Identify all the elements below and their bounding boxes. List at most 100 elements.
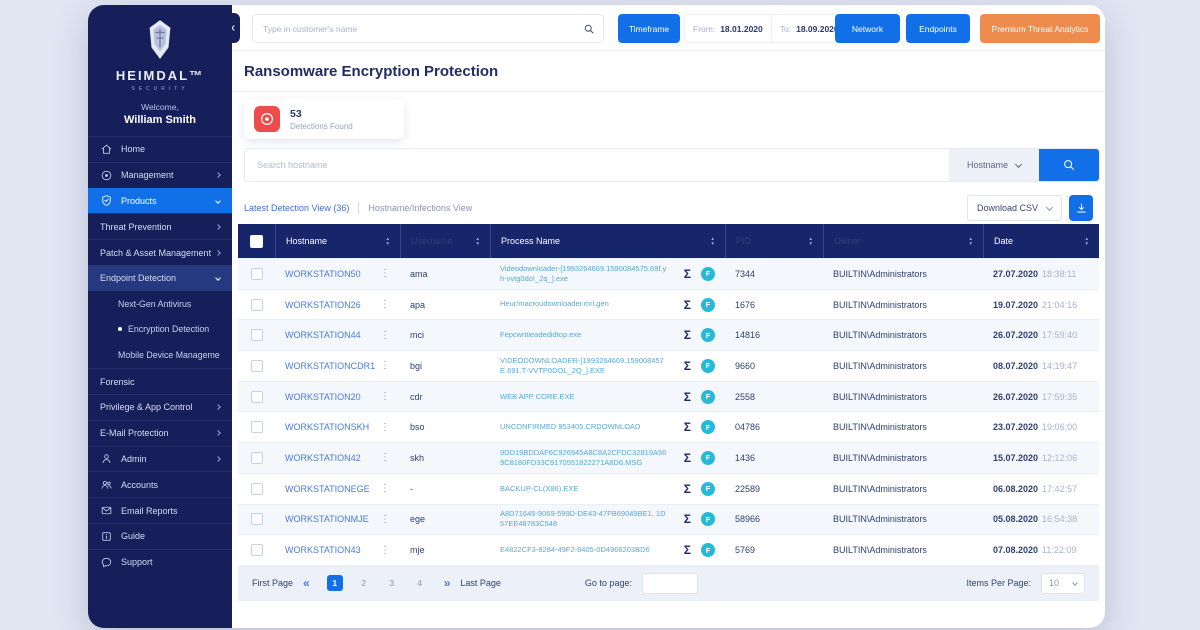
sidebar-item-encryption-detection[interactable]: Encryption Detection — [88, 317, 232, 343]
header-pid[interactable]: PID▲▼ — [725, 224, 823, 258]
header-date[interactable]: Date▲▼ — [983, 224, 1099, 258]
tab-latest-detection-view[interactable]: Latest Detection View (36) — [244, 203, 349, 213]
from-date-value[interactable]: 18.01.2020 — [720, 24, 763, 34]
sidebar-item-admin[interactable]: Admin — [88, 446, 232, 472]
row-checkbox[interactable] — [251, 268, 263, 280]
file-scan-icon[interactable]: F — [701, 420, 715, 434]
row-checkbox[interactable] — [251, 360, 263, 372]
sidebar-item-next-gen-antivirus[interactable]: Next-Gen Antivirus — [88, 291, 232, 317]
header-process-name[interactable]: Process Name▲▼ — [490, 224, 725, 258]
endpoints-button[interactable]: Endpoints — [906, 14, 970, 43]
hostname-link[interactable]: WORKSTATIONEGE — [285, 484, 370, 494]
items-per-page-select[interactable]: 10 — [1041, 573, 1085, 594]
file-scan-icon[interactable]: F — [701, 359, 715, 373]
kebab-menu-icon[interactable]: ⋮ — [380, 299, 390, 310]
header-hostname[interactable]: Hostname▲▼ — [275, 224, 400, 258]
hostname-link[interactable]: WORKSTATION20 — [285, 392, 361, 402]
download-button[interactable] — [1069, 195, 1093, 221]
sort-icon[interactable]: ▲▼ — [1085, 237, 1089, 246]
page-number-3[interactable]: 3 — [385, 578, 399, 588]
file-scan-icon[interactable]: F — [701, 328, 715, 342]
timeframe-button[interactable]: Timeframe — [618, 14, 680, 43]
sort-icon[interactable]: ▲▼ — [809, 237, 813, 246]
premium-threat-analytics-button[interactable]: Premium Threat Analytics — [980, 14, 1100, 43]
customer-search-input[interactable] — [263, 24, 583, 34]
kebab-menu-icon[interactable]: ⋮ — [380, 391, 390, 402]
sidebar-collapse-button[interactable] — [232, 13, 240, 43]
download-csv-dropdown[interactable]: Download CSV — [967, 195, 1062, 221]
kebab-menu-icon[interactable]: ⋮ — [380, 452, 390, 463]
row-checkbox[interactable] — [251, 329, 263, 341]
sidebar-item-patch-asset-management[interactable]: Patch & Asset Management — [88, 239, 232, 265]
hostname-search-button[interactable] — [1039, 149, 1099, 181]
row-checkbox[interactable] — [251, 483, 263, 495]
row-checkbox[interactable] — [251, 513, 263, 525]
hostname-link[interactable]: WORKSTATION44 — [285, 330, 361, 340]
sidebar-item-support[interactable]: Support — [88, 549, 232, 575]
process-events-icon[interactable]: Σ — [684, 420, 691, 434]
process-events-icon[interactable]: Σ — [684, 451, 691, 465]
hostname-link[interactable]: WORKSTATIONCDR1 — [285, 361, 375, 371]
kebab-menu-icon[interactable]: ⋮ — [380, 514, 390, 525]
hostname-link[interactable]: WORKSTATION50 — [285, 269, 361, 279]
sidebar-item-email-reports[interactable]: Email Reports — [88, 497, 232, 523]
hostname-search-input[interactable] — [245, 149, 949, 181]
sidebar-item-threat-prevention[interactable]: Threat Prevention — [88, 213, 232, 239]
select-all-checkbox[interactable] — [250, 235, 263, 248]
kebab-menu-icon[interactable]: ⋮ — [380, 422, 390, 433]
tab-hostname-infections-view[interactable]: Hostname/Infections View — [368, 203, 472, 213]
hostname-link[interactable]: WORKSTATIONSKH — [285, 422, 369, 432]
process-events-icon[interactable]: Σ — [684, 267, 691, 281]
header-owner[interactable]: Owner▲▼ — [823, 224, 983, 258]
process-events-icon[interactable]: Σ — [684, 390, 691, 404]
sidebar-item-home[interactable]: Home — [88, 136, 232, 162]
kebab-menu-icon[interactable]: ⋮ — [380, 545, 390, 556]
file-scan-icon[interactable]: F — [701, 267, 715, 281]
row-checkbox[interactable] — [251, 452, 263, 464]
hostname-link[interactable]: WORKSTATION42 — [285, 453, 361, 463]
goto-page-input[interactable] — [642, 573, 698, 594]
sidebar-item-forensic[interactable]: Forensic — [88, 368, 232, 394]
to-date-value[interactable]: 18.09.2020 — [796, 24, 839, 34]
row-checkbox[interactable] — [251, 299, 263, 311]
sort-icon[interactable]: ▲▼ — [476, 237, 480, 246]
sidebar-item-e-mail-protection[interactable]: E-Mail Protection — [88, 420, 232, 446]
first-page-button[interactable]: First Page — [252, 578, 293, 588]
row-checkbox[interactable] — [251, 544, 263, 556]
process-events-icon[interactable]: Σ — [684, 328, 691, 342]
file-scan-icon[interactable]: F — [701, 482, 715, 496]
previous-page-icon[interactable]: « — [303, 576, 310, 590]
process-events-icon[interactable]: Σ — [684, 359, 691, 373]
sidebar-item-accounts[interactable]: Accounts — [88, 471, 232, 497]
page-number-4[interactable]: 4 — [413, 578, 427, 588]
file-scan-icon[interactable]: F — [701, 451, 715, 465]
last-page-button[interactable]: Last Page — [460, 578, 501, 588]
sidebar-item-products[interactable]: Products — [88, 188, 232, 214]
process-events-icon[interactable]: Σ — [684, 482, 691, 496]
row-checkbox[interactable] — [251, 391, 263, 403]
sort-icon[interactable]: ▲▼ — [969, 237, 973, 246]
file-scan-icon[interactable]: F — [701, 543, 715, 557]
hostname-filter-dropdown[interactable]: Hostname — [949, 149, 1039, 181]
hostname-link[interactable]: WORKSTATIONMJE — [285, 514, 369, 524]
kebab-menu-icon[interactable]: ⋮ — [380, 330, 390, 341]
sidebar-item-endpoint-detection[interactable]: Endpoint Detection — [88, 265, 232, 291]
hostname-link[interactable]: WORKSTATION43 — [285, 545, 361, 555]
sidebar-item-privilege-app-control[interactable]: Privilege & App Control — [88, 394, 232, 420]
process-events-icon[interactable]: Σ — [684, 298, 691, 312]
file-scan-icon[interactable]: F — [701, 298, 715, 312]
sidebar-item-management[interactable]: Management — [88, 162, 232, 188]
process-events-icon[interactable]: Σ — [684, 512, 691, 526]
sidebar-item-mobile-device-management[interactable]: Mobile Device Management — [88, 342, 232, 368]
row-checkbox[interactable] — [251, 421, 263, 433]
sidebar-item-guide[interactable]: Guide — [88, 523, 232, 549]
kebab-menu-icon[interactable]: ⋮ — [380, 483, 390, 494]
network-button[interactable]: Network — [835, 14, 900, 43]
file-scan-icon[interactable]: F — [701, 390, 715, 404]
hostname-link[interactable]: WORKSTATION26 — [285, 300, 361, 310]
sort-icon[interactable]: ▲▼ — [386, 237, 390, 246]
next-page-icon[interactable]: » — [444, 576, 451, 590]
sort-icon[interactable]: ▲▼ — [711, 237, 715, 246]
page-number-1[interactable]: 1 — [327, 575, 343, 591]
kebab-menu-icon[interactable]: ⋮ — [380, 360, 390, 371]
